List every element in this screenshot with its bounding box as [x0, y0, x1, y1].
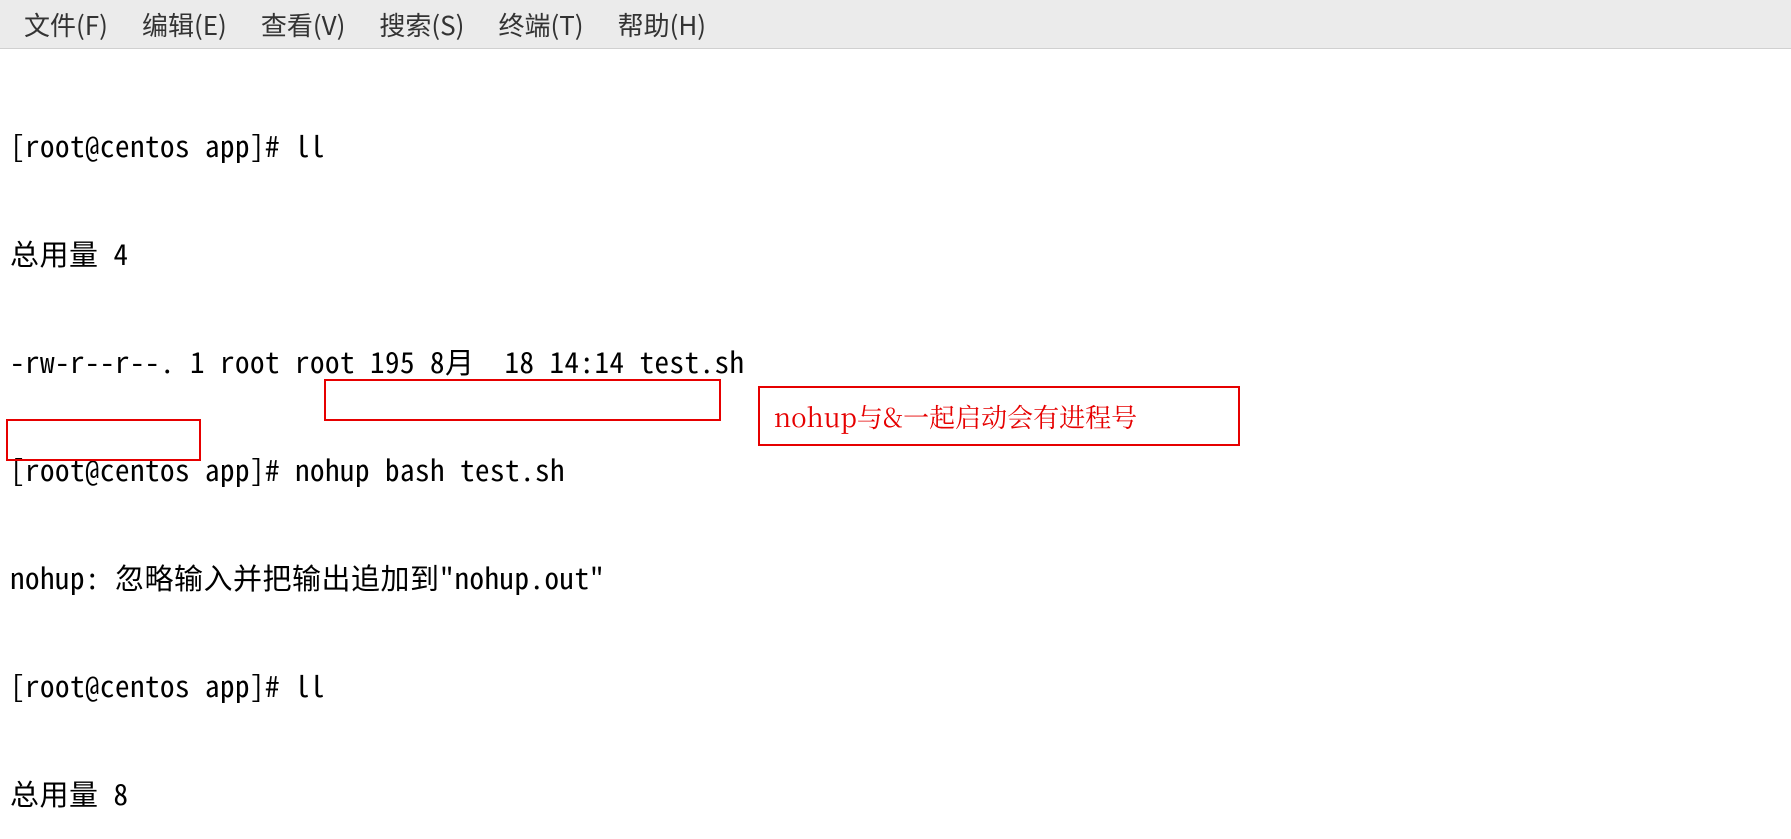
terminal-line: nohup: 忽略输入并把输出追加到"nohup.out" — [10, 559, 1781, 595]
menu-terminal[interactable]: 终端(T) — [498, 6, 583, 43]
terminal-line: 总用量 8 — [10, 775, 1781, 811]
menu-file[interactable]: 文件(F) — [24, 6, 108, 43]
annotation-box: nohup与&一起启动会有进程号 — [758, 386, 1240, 446]
highlight-box-command — [324, 379, 721, 421]
terminal-line: [root@centos app]# nohup bash test.sh — [10, 451, 1781, 487]
terminal-line: [root@centos app]# ll — [10, 127, 1781, 163]
annotation-text: nohup与&一起启动会有进程号 — [774, 398, 1137, 435]
terminal-line: -rw-r--r--. 1 root root 195 8月 18 14:14 … — [10, 343, 1781, 379]
terminal-line: [root@centos app]# ll — [10, 667, 1781, 703]
menu-view[interactable]: 查看(V) — [261, 6, 346, 43]
terminal-line: 总用量 4 — [10, 235, 1781, 271]
menu-help[interactable]: 帮助(H) — [618, 6, 707, 43]
menu-bar: 文件(F) 编辑(E) 查看(V) 搜索(S) 终端(T) 帮助(H) — [0, 0, 1791, 49]
menu-edit[interactable]: 编辑(E) — [142, 6, 227, 43]
menu-search[interactable]: 搜索(S) — [379, 6, 464, 43]
